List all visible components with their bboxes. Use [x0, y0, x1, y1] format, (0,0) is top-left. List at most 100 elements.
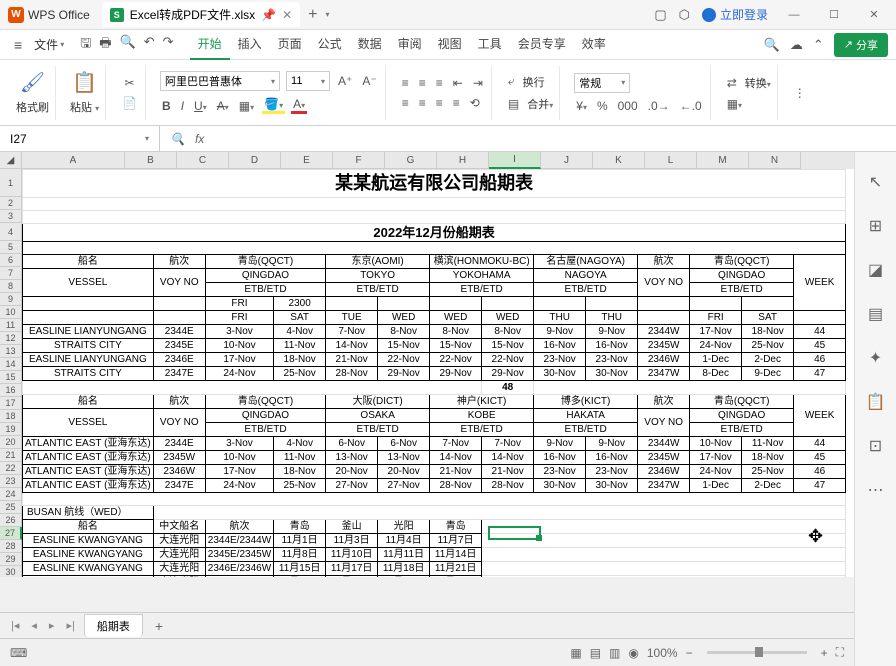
row-header-30[interactable]: 30	[0, 566, 22, 577]
keyboard-icon[interactable]: ⌨	[10, 646, 27, 660]
cut-icon[interactable]: ✂	[123, 76, 137, 90]
orientation-icon[interactable]: ⟲	[468, 96, 482, 110]
justify-icon[interactable]: ≡	[451, 96, 462, 110]
col-header-C[interactable]: C	[177, 152, 229, 169]
settings-icon[interactable]: ⊡	[869, 436, 882, 456]
row-header-6[interactable]: 6	[0, 254, 22, 267]
minimize-button[interactable]: —	[780, 5, 808, 25]
app-ico-2[interactable]: ⬡	[679, 7, 690, 23]
tab-data[interactable]: 数据	[350, 29, 390, 60]
row-header-1[interactable]: 1	[0, 169, 22, 197]
app-ico-1[interactable]: ▢	[654, 7, 666, 23]
clipboard-icon[interactable]: 📋	[866, 392, 886, 412]
align-left-icon[interactable]: ≡	[400, 96, 411, 110]
format-painter-icon[interactable]: 🖌	[20, 70, 45, 95]
file-menu[interactable]: 文件▾	[28, 36, 70, 53]
tab-review[interactable]: 审阅	[390, 29, 430, 60]
tab-view[interactable]: 视图	[430, 29, 470, 60]
decrease-font-icon[interactable]: A⁻	[360, 74, 378, 88]
tab-efficiency[interactable]: 效率	[574, 29, 614, 60]
tab-menu-icon[interactable]: ▾	[326, 10, 330, 19]
wrap-icon[interactable]: ⤶	[506, 74, 517, 89]
col-header-F[interactable]: F	[333, 152, 385, 169]
select-all-corner[interactable]: ◢	[0, 152, 22, 169]
style-panel-icon[interactable]: ⊞	[869, 216, 882, 236]
italic-icon[interactable]: I	[179, 99, 186, 113]
sheet-first-icon[interactable]: |◂	[8, 619, 22, 632]
dec-inc-icon[interactable]: .0→	[646, 99, 672, 113]
align-mid-icon[interactable]: ≡	[417, 76, 428, 90]
align-center-icon[interactable]: ≡	[417, 96, 428, 110]
row-header-27[interactable]: 27	[0, 527, 22, 540]
merge-icon[interactable]: ▤	[506, 97, 521, 111]
increase-font-icon[interactable]: A⁺	[336, 74, 354, 88]
indent-inc-icon[interactable]: ⇥	[471, 76, 485, 90]
col-header-D[interactable]: D	[229, 152, 281, 169]
indent-dec-icon[interactable]: ⇤	[451, 76, 465, 90]
more-panel-icon[interactable]: ⋯	[868, 480, 884, 500]
collapse-ribbon-icon[interactable]: ⌃	[813, 37, 824, 53]
sheet-prev-icon[interactable]: ◂	[28, 619, 40, 632]
row-header-7[interactable]: 7	[0, 267, 22, 280]
comma-icon[interactable]: 000	[616, 99, 640, 113]
number-format-select[interactable]: 常规▾	[574, 73, 630, 93]
row-header-5[interactable]: 5	[0, 241, 22, 254]
convert-icon[interactable]: ⇄	[725, 76, 739, 90]
tab-member[interactable]: 会员专享	[510, 29, 574, 60]
row-header-19[interactable]: 19	[0, 423, 22, 436]
col-header-N[interactable]: N	[749, 152, 801, 169]
close-button[interactable]: ✕	[860, 5, 888, 25]
tab-start[interactable]: 开始	[190, 29, 230, 60]
new-tab-button[interactable]: +	[308, 6, 317, 24]
font-size-select[interactable]: 11▾	[286, 71, 330, 91]
row-header-10[interactable]: 10	[0, 306, 22, 319]
fill-color-icon[interactable]: 🪣▾	[262, 97, 285, 114]
border-icon[interactable]: ▦▾	[237, 99, 256, 113]
fx-icon[interactable]: fx	[195, 132, 204, 146]
more-icon[interactable]: ⋮	[792, 86, 808, 100]
view-page-icon[interactable]: ▤	[590, 646, 601, 660]
redo-icon[interactable]: ↷	[163, 34, 174, 56]
sheet-tab-active[interactable]: 船期表	[84, 614, 143, 637]
hamburger-icon[interactable]: ≡	[8, 37, 28, 53]
sheet-next-icon[interactable]: ▸	[46, 619, 58, 632]
row-header-15[interactable]: 15	[0, 371, 22, 384]
align-bot-icon[interactable]: ≡	[434, 76, 445, 90]
row-header-29[interactable]: 29	[0, 553, 22, 566]
col-header-E[interactable]: E	[281, 152, 333, 169]
row-header-21[interactable]: 21	[0, 449, 22, 462]
sheet-last-icon[interactable]: ▸|	[63, 619, 77, 632]
preview-icon[interactable]: 🔍	[120, 34, 136, 56]
row-header-8[interactable]: 8	[0, 280, 22, 293]
view-break-icon[interactable]: ▥	[609, 646, 620, 660]
align-top-icon[interactable]: ≡	[400, 76, 411, 90]
cloud-icon[interactable]: ☁	[790, 37, 803, 53]
col-header-J[interactable]: J	[541, 152, 593, 169]
font-color-icon[interactable]: A▾	[291, 97, 307, 114]
underline-icon[interactable]: U▾	[192, 99, 209, 113]
col-header-I[interactable]: I	[489, 152, 541, 169]
add-sheet-icon[interactable]: +	[149, 618, 169, 634]
search-icon[interactable]: 🔍	[764, 37, 780, 53]
row-header-12[interactable]: 12	[0, 332, 22, 345]
strike-icon[interactable]: A▾	[215, 99, 231, 113]
row-header-26[interactable]: 26	[0, 514, 22, 527]
cancel-fx-icon[interactable]: 🔍	[170, 132, 185, 146]
select-tool-icon[interactable]: ↖	[869, 172, 882, 192]
row-header-20[interactable]: 20	[0, 436, 22, 449]
shapes-icon[interactable]: ◪	[868, 260, 883, 280]
maximize-button[interactable]: ☐	[820, 5, 848, 25]
print-icon[interactable]: 🖶	[99, 34, 111, 56]
tab-formula[interactable]: 公式	[310, 29, 350, 60]
col-header-L[interactable]: L	[645, 152, 697, 169]
share-button[interactable]: ↗ 分享	[834, 33, 888, 57]
col-header-H[interactable]: H	[437, 152, 489, 169]
tab-page[interactable]: 页面	[270, 29, 310, 60]
ai-icon[interactable]: ✦	[869, 348, 882, 368]
currency-icon[interactable]: ¥▾	[574, 99, 589, 113]
row-header-14[interactable]: 14	[0, 358, 22, 371]
row-header-23[interactable]: 23	[0, 475, 22, 488]
col-header-A[interactable]: A	[22, 152, 125, 169]
row-header-4[interactable]: 4	[0, 223, 22, 241]
row-header-17[interactable]: 17	[0, 397, 22, 410]
